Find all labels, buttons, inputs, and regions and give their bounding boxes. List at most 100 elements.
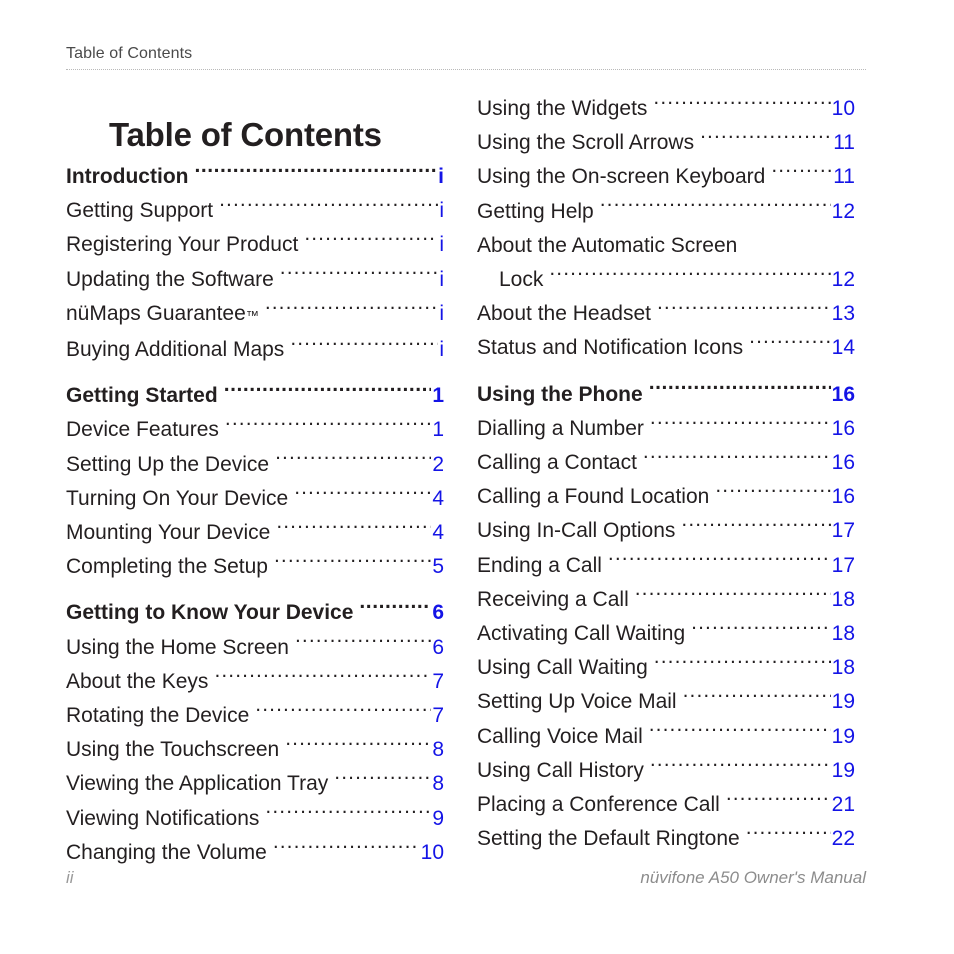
toc-page-number: 4 — [432, 521, 444, 545]
toc-entry[interactable]: nüMaps Guarantee™ i — [66, 297, 444, 333]
toc-entry-label: Using In-Call Options — [477, 519, 676, 543]
dot-leader — [273, 838, 420, 859]
toc-entry[interactable]: Updating the Software i — [66, 263, 444, 297]
dot-leader — [749, 333, 830, 354]
toc-entry[interactable]: Using Call Waiting 18 — [477, 651, 855, 685]
toc-entry[interactable]: About the Headset 13 — [477, 297, 855, 331]
toc-entry[interactable]: Dialling a Number 16 — [477, 412, 855, 446]
toc-entry[interactable]: Using the On-screen Keyboard 11 — [477, 160, 855, 194]
toc-page-number: 16 — [831, 416, 855, 440]
toc-entry[interactable]: Placing a Conference Call 21 — [477, 788, 855, 822]
toc-entry-label: Setting Up Voice Mail — [477, 690, 677, 714]
toc-entry[interactable]: Viewing the Application Tray 8 — [66, 767, 444, 801]
toc-entry-label: Getting Support — [66, 199, 214, 223]
toc-entry-label: Setting Up the Device — [66, 452, 270, 476]
toc-entry-label: Dialling a Number — [477, 416, 644, 440]
toc-entry[interactable]: Ending a Call 17 — [477, 549, 855, 583]
toc-entry[interactable]: Getting Help 12 — [477, 195, 855, 229]
toc-entry[interactable]: Calling Voice Mail 19 — [477, 720, 855, 754]
dot-leader — [726, 790, 831, 811]
toc-page-number: 16 — [831, 382, 855, 406]
toc-entry[interactable]: Getting Support i — [66, 194, 444, 228]
toc-entry-label: Receiving a Call — [477, 587, 629, 611]
toc-page-number: 4 — [432, 486, 444, 510]
dot-leader — [643, 448, 831, 469]
dot-leader — [265, 299, 439, 320]
toc-entry-label: Placing a Conference Call — [477, 793, 720, 817]
toc-entry[interactable]: Calling a Contact 16 — [477, 446, 855, 480]
dot-leader — [771, 162, 832, 183]
toc-entry[interactable]: About the Automatic Screen — [477, 229, 855, 263]
toc-page-number: 22 — [831, 827, 855, 851]
toc-entry[interactable]: Buying Additional Maps i — [66, 333, 444, 367]
toc-entry[interactable]: Registering Your Product i — [66, 228, 444, 262]
toc-entry[interactable]: Completing the Setup 5 — [66, 550, 444, 584]
dot-leader — [275, 450, 431, 471]
toc-page-number: i — [438, 165, 444, 188]
toc-page-number: 11 — [833, 165, 855, 189]
toc-page-number: 18 — [831, 656, 855, 680]
toc-entry-label: Calling a Found Location — [477, 485, 710, 509]
toc-entry[interactable]: Setting the Default Ringtone 22 — [477, 822, 855, 856]
toc-entry-label: Getting Help — [477, 199, 594, 223]
toc-entry[interactable]: Using the Home Screen 6 — [66, 631, 444, 665]
dot-leader — [274, 552, 431, 573]
dot-leader — [635, 585, 831, 606]
dot-leader — [649, 380, 831, 401]
toc-page-number: 14 — [831, 336, 855, 360]
dot-leader — [224, 381, 432, 402]
dot-leader — [746, 824, 831, 845]
toc-entry[interactable]: Setting Up the Device 2 — [66, 448, 444, 482]
toc-page-number: 11 — [833, 131, 855, 155]
toc-entry-label: Calling a Contact — [477, 451, 637, 475]
toc-entry[interactable]: Viewing Notifications 9 — [66, 802, 444, 836]
toc-entry[interactable]: Using the Touchscreen 8 — [66, 733, 444, 767]
toc-entry[interactable]: Activating Call Waiting 18 — [477, 617, 855, 651]
toc-entry[interactable]: Mounting Your Device 4 — [66, 516, 444, 550]
dot-leader — [691, 619, 831, 640]
dot-leader — [285, 735, 431, 756]
toc-column-left: IntroductioniGetting SupportiRegistering… — [66, 160, 444, 870]
running-header: Table of Contents — [66, 45, 193, 62]
toc-entry-label: Using Call History — [477, 758, 644, 782]
toc-entry-label: Updating the Software — [66, 267, 274, 291]
toc-section-heading[interactable]: Getting Started 1 — [66, 379, 444, 413]
toc-entry-label: Using the Touchscreen — [66, 738, 280, 762]
toc-entry[interactable]: Using the Scroll Arrows 11 — [477, 126, 855, 160]
toc-entry[interactable]: Status and Notification Icons 14 — [477, 331, 855, 365]
dot-leader — [294, 484, 431, 505]
dot-leader — [290, 335, 438, 356]
header-rule — [66, 69, 866, 70]
toc-entry-label: Using Call Waiting — [477, 656, 648, 680]
toc-entry[interactable]: Turning On Your Device 4 — [66, 482, 444, 516]
dot-leader — [295, 633, 431, 654]
dot-leader — [549, 265, 830, 286]
toc-entry[interactable]: Receiving a Call 18 — [477, 583, 855, 617]
toc-entry[interactable]: Using In-Call Options 17 — [477, 514, 855, 548]
toc-entry-label: Using the Phone — [477, 382, 643, 406]
toc-section-heading[interactable]: Using the Phone 16 — [477, 378, 855, 412]
dot-leader — [683, 687, 831, 708]
toc-entry[interactable]: Device Features 1 — [66, 413, 444, 447]
toc-entry-label: Status and Notification Icons — [477, 336, 744, 360]
toc-entry[interactable]: Changing the Volume 10 — [66, 836, 444, 870]
dot-leader — [650, 756, 831, 777]
dot-leader — [650, 414, 831, 435]
toc-page-number: 1 — [432, 384, 444, 408]
toc-column-right: Using the Widgets 10 Using the Scroll Arro… — [477, 92, 855, 856]
toc-entry[interactable]: Lock 12 — [477, 263, 855, 297]
toc-section-heading[interactable]: Getting to Know Your Device 6 — [66, 596, 444, 630]
dot-leader — [214, 667, 431, 688]
toc-section-heading[interactable]: Introduction i — [66, 160, 444, 194]
trademark-symbol: ™ — [245, 307, 259, 323]
toc-entry[interactable]: Using Call History 19 — [477, 754, 855, 788]
toc-entry[interactable]: Setting Up Voice Mail 19 — [477, 685, 855, 719]
toc-entry[interactable]: About the Keys 7 — [66, 665, 444, 699]
toc-page-number: 19 — [831, 690, 855, 714]
footer-page-number: ii — [66, 868, 74, 887]
toc-entry[interactable]: Using the Widgets 10 — [477, 92, 855, 126]
dot-leader — [225, 415, 431, 436]
toc-entry-label: Ending a Call — [477, 553, 602, 577]
toc-entry[interactable]: Calling a Found Location 16 — [477, 480, 855, 514]
toc-entry[interactable]: Rotating the Device 7 — [66, 699, 444, 733]
